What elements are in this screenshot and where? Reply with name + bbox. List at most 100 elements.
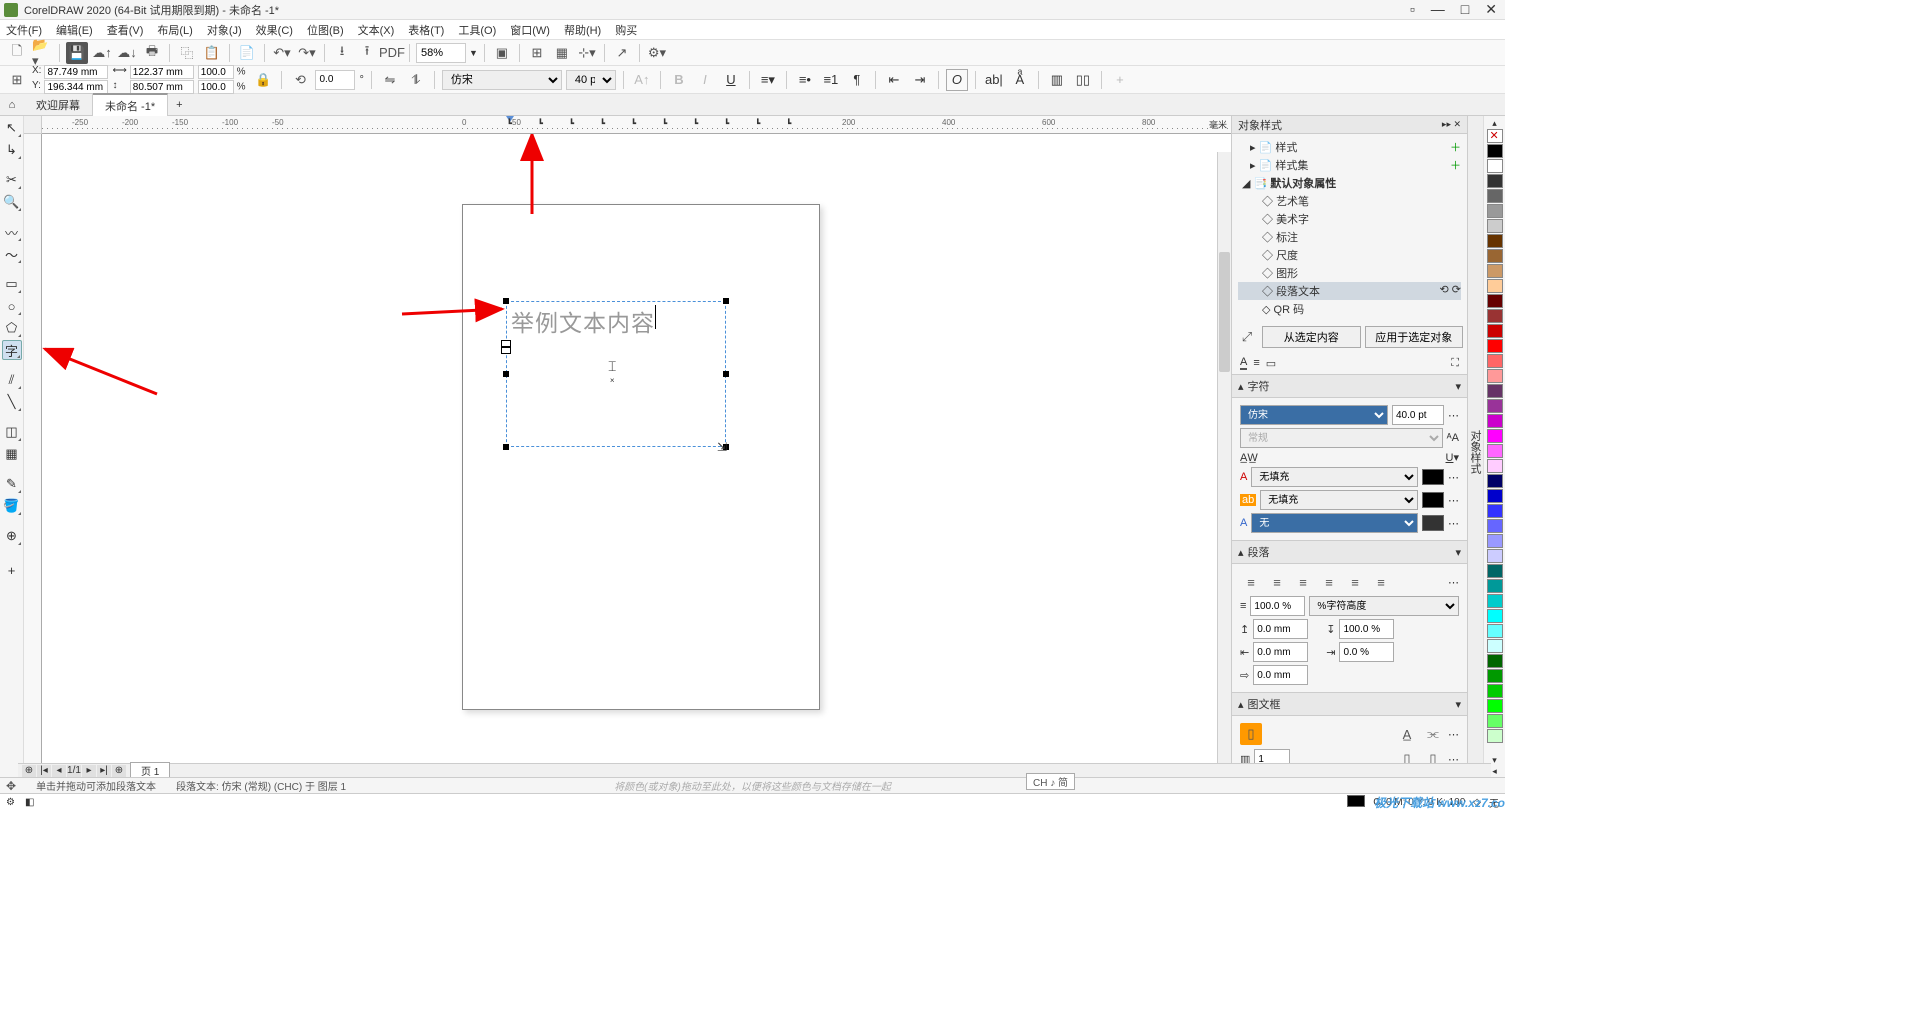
- bold-icon[interactable]: B: [668, 69, 690, 91]
- frame-header[interactable]: ▴图文框▾: [1232, 692, 1467, 716]
- tree-arttext[interactable]: ◇ 美术字: [1238, 210, 1461, 228]
- shape-tool-icon[interactable]: ↳: [2, 140, 22, 160]
- menu-effects[interactable]: 效果(C): [256, 22, 293, 38]
- indent-left-input[interactable]: [1253, 642, 1308, 662]
- handle-bl[interactable]: [503, 444, 509, 450]
- palette-up-icon[interactable]: ▴: [1492, 118, 1497, 129]
- menu-layout[interactable]: 布局(L): [157, 22, 192, 38]
- next-page-icon[interactable]: ▸: [82, 765, 96, 777]
- parallel-tool-icon[interactable]: ⫽: [2, 370, 22, 390]
- ellipse-tool-icon[interactable]: ○: [2, 296, 22, 316]
- sy-input[interactable]: [198, 80, 234, 94]
- numbering-icon[interactable]: ≡1: [820, 69, 842, 91]
- color-swatch[interactable]: [1487, 444, 1503, 458]
- scrollbar-horizontal[interactable]: ⊕ |◂ ◂ 1/1 ▸ ▸| ⊕ 页 1: [18, 763, 1491, 777]
- color-swatch[interactable]: [1487, 414, 1503, 428]
- para-header[interactable]: ▴段落▾: [1232, 540, 1467, 564]
- fill-more-icon[interactable]: ⋯: [1448, 471, 1459, 484]
- bg-select[interactable]: 无填充: [1260, 490, 1418, 510]
- char-header[interactable]: ▴字符▾: [1232, 374, 1467, 398]
- doc-tab[interactable]: 未命名 -1*: [93, 93, 168, 117]
- first-page-icon[interactable]: |◂: [37, 765, 51, 777]
- color-swatch[interactable]: [1487, 549, 1503, 563]
- launch-icon[interactable]: ↗: [611, 42, 633, 64]
- bullets-icon[interactable]: ≡•: [794, 69, 816, 91]
- fill-preview-icon[interactable]: [1347, 795, 1365, 810]
- color-swatch[interactable]: [1487, 534, 1503, 548]
- menu-edit[interactable]: 编辑(E): [56, 22, 93, 38]
- import-icon[interactable]: ⭳: [331, 42, 353, 64]
- menu-window[interactable]: 窗口(W): [510, 22, 550, 38]
- kerning-icon[interactable]: A̲W̲: [1240, 452, 1258, 464]
- fullscreen-icon[interactable]: ▣: [491, 42, 513, 64]
- handle-ml[interactable]: [503, 371, 509, 377]
- tree-default[interactable]: ◢ 📑 默认对象属性: [1238, 174, 1461, 192]
- handle-mr[interactable]: [723, 371, 729, 377]
- text-tool-icon[interactable]: 字: [2, 340, 22, 360]
- font-size-select[interactable]: 40 pt: [566, 70, 616, 90]
- ime-indicator[interactable]: CH ♪ 简: [1026, 773, 1075, 790]
- color-swatch[interactable]: [1487, 279, 1503, 293]
- ruler-vertical[interactable]: [24, 134, 42, 777]
- linespace-input[interactable]: [1250, 596, 1305, 616]
- menu-buy[interactable]: 购买: [615, 22, 637, 38]
- cloud-up-icon[interactable]: ☁↑: [91, 42, 113, 64]
- frame-icon[interactable]: ▯▯: [1072, 69, 1094, 91]
- color-proof-icon[interactable]: ◧: [25, 797, 34, 808]
- handle-tm[interactable]: [501, 340, 511, 347]
- w-input[interactable]: [130, 65, 194, 79]
- bg-swatch[interactable]: [1422, 492, 1444, 508]
- align-icon[interactable]: ≡▾: [757, 69, 779, 91]
- fill-swatch[interactable]: [1422, 469, 1444, 485]
- char-font-select[interactable]: 仿宋: [1240, 405, 1388, 425]
- expand-toolbox-icon[interactable]: +: [2, 560, 22, 580]
- tree-qr[interactable]: ◇ QR 码: [1238, 300, 1461, 318]
- transparency-tool-icon[interactable]: ▦: [2, 444, 22, 464]
- freehand-tool-icon[interactable]: 〰: [2, 222, 22, 242]
- angle-input[interactable]: [315, 70, 355, 90]
- palette-down-icon[interactable]: ▾: [1492, 755, 1497, 766]
- color-swatch[interactable]: [1487, 204, 1503, 218]
- fill-select[interactable]: 无填充: [1251, 467, 1418, 487]
- frame-valign-icon[interactable]: A̲: [1396, 723, 1418, 745]
- tree-stylesets[interactable]: ▸ 📄 样式集 ＋: [1238, 156, 1461, 174]
- frame-more-icon[interactable]: ⋯: [1448, 728, 1459, 741]
- color-swatch[interactable]: [1487, 504, 1503, 518]
- color-swatch[interactable]: [1487, 429, 1503, 443]
- no-color-swatch[interactable]: [1487, 129, 1503, 143]
- menu-table[interactable]: 表格(T): [408, 22, 444, 38]
- color-swatch[interactable]: [1487, 159, 1503, 173]
- color-swatch[interactable]: [1487, 564, 1503, 578]
- menu-help[interactable]: 帮助(H): [564, 22, 601, 38]
- crop-tool-icon[interactable]: ✂: [2, 170, 22, 190]
- color-swatch[interactable]: [1487, 489, 1503, 503]
- color-swatch[interactable]: [1487, 294, 1503, 308]
- last-page-icon[interactable]: ▸|: [97, 765, 111, 777]
- export-icon[interactable]: ⭱: [356, 42, 378, 64]
- shadow-tool-icon[interactable]: ◫: [2, 422, 22, 442]
- color-swatch[interactable]: [1487, 579, 1503, 593]
- gear-icon[interactable]: ⚙: [6, 797, 15, 808]
- handle-bm[interactable]: [501, 347, 511, 354]
- color-swatch[interactable]: [1487, 699, 1503, 713]
- menu-file[interactable]: 文件(F): [6, 22, 42, 38]
- add-icon[interactable]: +: [1109, 69, 1131, 91]
- underline-icon[interactable]: U: [720, 69, 742, 91]
- tree-artistic[interactable]: ◇ 艺术笔: [1238, 192, 1461, 210]
- menu-bitmap[interactable]: 位图(B): [307, 22, 344, 38]
- help-icon[interactable]: ▫: [1406, 1, 1419, 18]
- char-size-input[interactable]: [1392, 405, 1444, 425]
- font-family-select[interactable]: 仿宋: [442, 70, 562, 90]
- dropcap-icon[interactable]: ¶: [846, 69, 868, 91]
- guides-icon[interactable]: ⊹▾: [576, 42, 598, 64]
- options-icon[interactable]: ⚙▾: [646, 42, 668, 64]
- color-swatch[interactable]: [1487, 309, 1503, 323]
- tree-styles[interactable]: ▸ 📄 样式 ＋: [1238, 138, 1461, 156]
- docker-tab-strip[interactable]: 对象样式: [1467, 116, 1483, 777]
- color-swatch[interactable]: [1487, 474, 1503, 488]
- text-props-icon[interactable]: Aͣ: [1009, 69, 1031, 91]
- grid-icon[interactable]: ▦: [551, 42, 573, 64]
- clipboard-icon[interactable]: 📄: [236, 42, 258, 64]
- docker-collapse-icon[interactable]: ▸▸ ✕: [1442, 119, 1461, 130]
- fill-tool-icon[interactable]: 🪣: [2, 496, 22, 516]
